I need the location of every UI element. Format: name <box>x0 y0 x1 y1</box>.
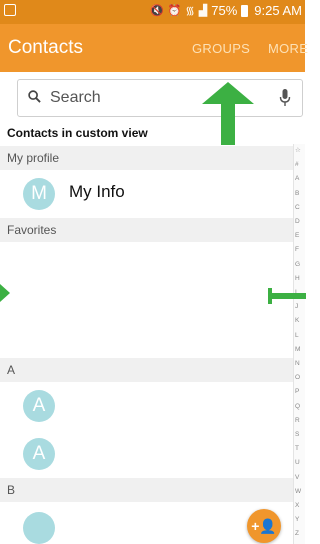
battery-percent: 75% <box>211 3 238 18</box>
search-input[interactable]: Search <box>17 79 303 117</box>
section-header-a: A <box>0 358 293 382</box>
microphone-icon[interactable] <box>279 88 291 108</box>
index-letter[interactable]: B <box>295 189 305 198</box>
list-item-my-info[interactable]: M My Info <box>0 170 293 218</box>
status-bar: 🔇 ⏰ ᯾ ▟ 75% 9:25 AM <box>0 0 305 24</box>
index-letter[interactable]: R <box>295 416 305 425</box>
signal-icon: ▟ <box>198 5 208 17</box>
groups-button[interactable]: GROUPS <box>192 41 250 56</box>
index-letter[interactable]: Z <box>295 529 305 538</box>
section-header-label: B <box>7 483 16 497</box>
index-letter[interactable]: T <box>295 444 305 453</box>
section-header-label: Favorites <box>7 223 57 237</box>
search-placeholder: Search <box>50 89 101 106</box>
index-letter[interactable]: D <box>295 217 305 226</box>
alarm-icon: ⏰ <box>167 5 182 17</box>
avatar: A <box>23 438 55 470</box>
annotation-arrow-up <box>202 82 254 145</box>
index-letter[interactable]: P <box>295 387 305 396</box>
index-letter[interactable]: O <box>295 373 305 382</box>
screenshot-icon <box>4 4 16 16</box>
section-header-label: My profile <box>7 151 60 165</box>
index-letter[interactable]: K <box>295 316 305 325</box>
index-letter[interactable]: W <box>295 487 305 496</box>
index-letter[interactable]: Q <box>295 402 305 411</box>
battery-icon <box>241 4 249 17</box>
app-bar: Contacts GROUPS MORE <box>0 24 308 72</box>
more-button[interactable]: MORE <box>268 41 308 56</box>
index-letter[interactable]: E <box>295 231 305 240</box>
mute-icon: 🔇 <box>150 5 164 17</box>
index-letter[interactable]: N <box>295 359 305 368</box>
section-header-label: A <box>7 363 16 377</box>
index-letter[interactable]: C <box>295 203 305 212</box>
status-icons: 🔇 ⏰ ᯾ ▟ 75% 9:25 AM <box>150 3 302 18</box>
section-header-favorites: Favorites <box>0 218 293 242</box>
wifi-icon: ᯾ <box>185 5 195 17</box>
annotation-arrow-left <box>0 284 10 302</box>
index-letter[interactable]: M <box>295 345 305 354</box>
page-title: Contacts <box>8 37 83 58</box>
list-item[interactable]: A <box>0 382 293 430</box>
avatar <box>23 512 55 544</box>
index-letter[interactable]: # <box>295 160 305 169</box>
index-letter[interactable]: Y <box>295 515 305 524</box>
index-letter[interactable]: X <box>295 501 305 510</box>
index-letter[interactable]: G <box>295 260 305 269</box>
index-letter[interactable]: L <box>295 331 305 340</box>
add-contact-button[interactable]: +👤 <box>247 509 281 543</box>
avatar: A <box>23 390 55 422</box>
custom-view-label: Contacts in custom view <box>7 126 148 140</box>
search-icon <box>28 90 41 103</box>
annotation-marker <box>268 288 306 304</box>
index-letter[interactable]: A <box>295 174 305 183</box>
index-letter[interactable]: ☆ <box>295 146 305 155</box>
index-letter[interactable]: S <box>295 430 305 439</box>
section-header-my-profile: My profile <box>0 146 293 170</box>
index-letter[interactable]: F <box>295 245 305 254</box>
alphabet-index-scrollbar[interactable]: ☆ # A B C D E F G H I J K L M N O P Q R S T U V W X Y Z <box>293 144 305 544</box>
list-item[interactable]: A <box>0 430 293 478</box>
index-letter[interactable]: U <box>295 458 305 467</box>
avatar: M <box>23 178 55 210</box>
index-letter[interactable]: V <box>295 473 305 482</box>
index-letter[interactable]: H <box>295 274 305 283</box>
clock: 9:25 AM <box>254 3 302 18</box>
contact-name: My Info <box>69 182 125 201</box>
section-header-b: B <box>0 478 293 502</box>
